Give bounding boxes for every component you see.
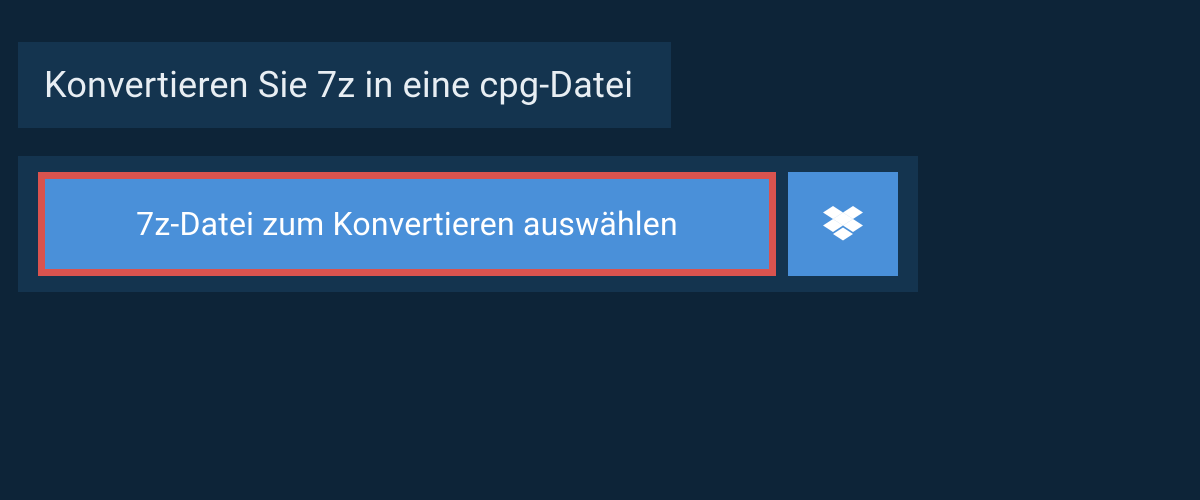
select-file-button[interactable]: 7z-Datei zum Konvertieren auswählen (38, 172, 776, 276)
page-header: Konvertieren Sie 7z in eine cpg-Datei (18, 42, 671, 128)
dropbox-button[interactable] (788, 172, 898, 276)
select-file-label: 7z-Datei zum Konvertieren auswählen (136, 205, 678, 243)
dropbox-icon (823, 206, 863, 242)
upload-actions-row: 7z-Datei zum Konvertieren auswählen (18, 156, 918, 292)
page-title: Konvertieren Sie 7z in eine cpg-Datei (44, 64, 633, 106)
